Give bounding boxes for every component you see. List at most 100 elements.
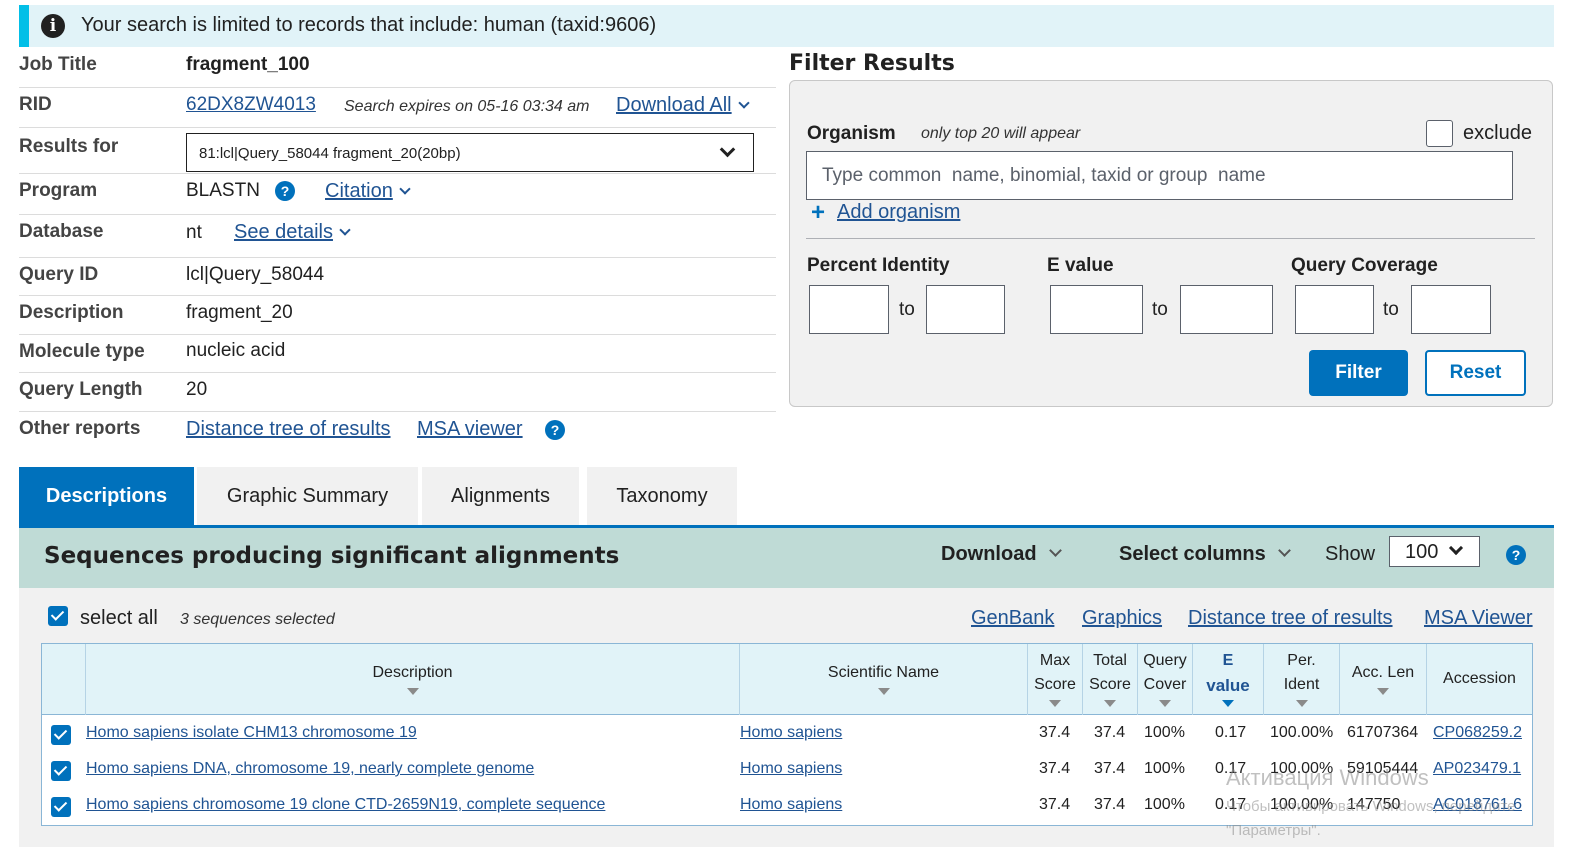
header-per-ident-line2: Ident	[1283, 676, 1320, 693]
header-accession[interactable]: Accession	[1426, 644, 1532, 715]
to-label: to	[899, 299, 915, 320]
plus-icon: +	[811, 199, 826, 226]
results-title: Sequences producing significant alignmen…	[44, 543, 620, 569]
row-description-link[interactable]: Homo sapiens chromosome 19 clone CTD-265…	[86, 796, 605, 814]
add-organism-link[interactable]: Add organism	[837, 201, 960, 224]
header-total-score[interactable]: Total Score	[1082, 644, 1137, 715]
query-coverage-min-input[interactable]	[1295, 285, 1374, 334]
citation-link[interactable]: Citation	[325, 180, 411, 203]
download-all-link[interactable]: Download All	[616, 94, 750, 117]
tab-taxonomy[interactable]: Taxonomy	[587, 467, 737, 525]
filter-panel: Organism only top 20 will appear exclude…	[789, 80, 1553, 407]
tab-alignments[interactable]: Alignments	[422, 467, 579, 525]
query-coverage-max-input[interactable]	[1411, 285, 1491, 334]
rid-label: RID	[19, 94, 52, 115]
tab-descriptions[interactable]: Descriptions	[19, 467, 194, 525]
summary-row-rid: RID 62DX8ZW4013 Search expires on 05-16 …	[19, 88, 776, 128]
see-details-label: See details	[234, 221, 333, 243]
windows-watermark-text-2: "Параметры".	[1226, 822, 1321, 839]
row-scientific-name-link[interactable]: Homo sapiens	[740, 760, 842, 778]
download-all-label: Download All	[616, 94, 732, 116]
organism-input[interactable]: Type common name, binomial, taxid or gro…	[806, 151, 1513, 200]
distance-tree-results-link[interactable]: Distance tree of results	[1188, 607, 1393, 630]
header-description[interactable]: Description	[85, 644, 739, 715]
query-coverage-label: Query Coverage	[1291, 255, 1438, 276]
exclude-label: exclude	[1463, 122, 1532, 144]
row-accession-link[interactable]: AP023479.1	[1433, 760, 1521, 778]
header-evalue-line2: value	[1206, 676, 1250, 695]
sort-arrow-icon	[877, 688, 890, 695]
molecule-type-value: nucleic acid	[186, 340, 286, 361]
program-value: BLASTN	[186, 180, 260, 201]
selected-count: 3 sequences selected	[180, 611, 335, 628]
row-query-cover: 100%	[1144, 796, 1185, 813]
header-per-ident-line1: Per.	[1287, 652, 1316, 669]
row-checkbox[interactable]	[51, 725, 71, 745]
see-details-link[interactable]: See details	[234, 221, 351, 244]
msa-viewer-results-link[interactable]: MSA Viewer	[1424, 607, 1533, 630]
evalue-max-input[interactable]	[1180, 285, 1273, 334]
row-description-link[interactable]: Homo sapiens DNA, chromosome 19, nearly …	[86, 760, 534, 778]
header-per-ident[interactable]: Per. Ident	[1263, 644, 1339, 715]
sort-arrow-icon	[406, 688, 419, 695]
help-icon[interactable]: ?	[545, 420, 565, 440]
header-total-score-line1: Total	[1093, 652, 1127, 669]
chevron-down-icon	[737, 97, 750, 109]
header-scientific-name-label: Scientific Name	[827, 664, 940, 681]
to-label: to	[1152, 299, 1168, 320]
exclude-checkbox[interactable]	[1426, 120, 1453, 147]
rid-link[interactable]: 62DX8ZW4013	[186, 94, 316, 116]
row-checkbox[interactable]	[51, 797, 71, 817]
reset-button[interactable]: Reset	[1425, 350, 1526, 396]
row-description-link[interactable]: Homo sapiens isolate CHM13 chromosome 19	[86, 724, 417, 742]
header-query-cover[interactable]: Query Cover	[1137, 644, 1192, 715]
results-for-select[interactable]: 81:lcl|Query_58044 fragment_20(20bp)	[186, 133, 754, 172]
help-icon[interactable]: ?	[1506, 545, 1526, 565]
organism-label: Organism	[807, 123, 896, 144]
percent-identity-min-input[interactable]	[809, 285, 889, 334]
select-all-checkbox[interactable]	[48, 606, 68, 626]
select-all-label: select all	[80, 607, 158, 629]
database-value: nt	[186, 222, 202, 243]
show-select[interactable]: 100	[1389, 536, 1480, 567]
summary-row-program: Program BLASTN ? Citation	[19, 174, 776, 215]
header-max-score[interactable]: Max Score	[1027, 644, 1082, 715]
select-columns-menu[interactable]: Select columns	[1119, 543, 1291, 566]
chevron-down-icon	[1448, 540, 1464, 556]
graphics-link[interactable]: Graphics	[1082, 607, 1162, 630]
sort-arrow-icon	[1377, 688, 1389, 695]
job-title-label: Job Title	[19, 54, 97, 75]
header-max-score-line1: Max	[1039, 652, 1071, 669]
msa-viewer-link[interactable]: MSA viewer	[417, 418, 523, 441]
distance-tree-link[interactable]: Distance tree of results	[186, 418, 391, 441]
banner-text: Your search is limited to records that i…	[81, 14, 657, 36]
header-evalue[interactable]: E value	[1192, 644, 1263, 715]
header-acc-len[interactable]: Acc. Len	[1339, 644, 1426, 715]
table-header: Description Scientific Name Max Score To…	[42, 644, 1532, 715]
description-label: Description	[19, 302, 124, 323]
row-scientific-name-link[interactable]: Homo sapiens	[740, 796, 842, 814]
filter-button[interactable]: Filter	[1309, 350, 1408, 396]
evalue-min-input[interactable]	[1050, 285, 1143, 334]
row-max-score: 37.4	[1039, 760, 1071, 777]
chevron-down-icon	[1048, 544, 1062, 557]
summary-row-results-for: Results for 81:lcl|Query_58044 fragment_…	[19, 128, 776, 174]
help-icon[interactable]: ?	[275, 181, 295, 201]
percent-identity-max-input[interactable]	[926, 285, 1005, 334]
row-scientific-name-link[interactable]: Homo sapiens	[740, 724, 842, 742]
genbank-link[interactable]: GenBank	[971, 607, 1054, 630]
show-value: 100	[1405, 541, 1439, 563]
header-description-label: Description	[372, 664, 453, 681]
chevron-down-icon	[399, 183, 411, 195]
row-evalue: 0.17	[1215, 724, 1247, 741]
download-menu[interactable]: Download	[941, 543, 1062, 566]
row-accession-link[interactable]: CP068259.2	[1433, 724, 1522, 742]
row-checkbox[interactable]	[51, 761, 71, 781]
row-acc-len: 61707364	[1347, 724, 1419, 741]
row-query-cover: 100%	[1144, 760, 1185, 777]
organism-placeholder: Type common name, binomial, taxid or gro…	[822, 165, 1266, 186]
tab-graphic-summary[interactable]: Graphic Summary	[197, 467, 418, 525]
header-query-cover-line2: Cover	[1143, 676, 1187, 693]
header-scientific-name[interactable]: Scientific Name	[739, 644, 1027, 715]
row-total-score: 37.4	[1094, 724, 1126, 741]
